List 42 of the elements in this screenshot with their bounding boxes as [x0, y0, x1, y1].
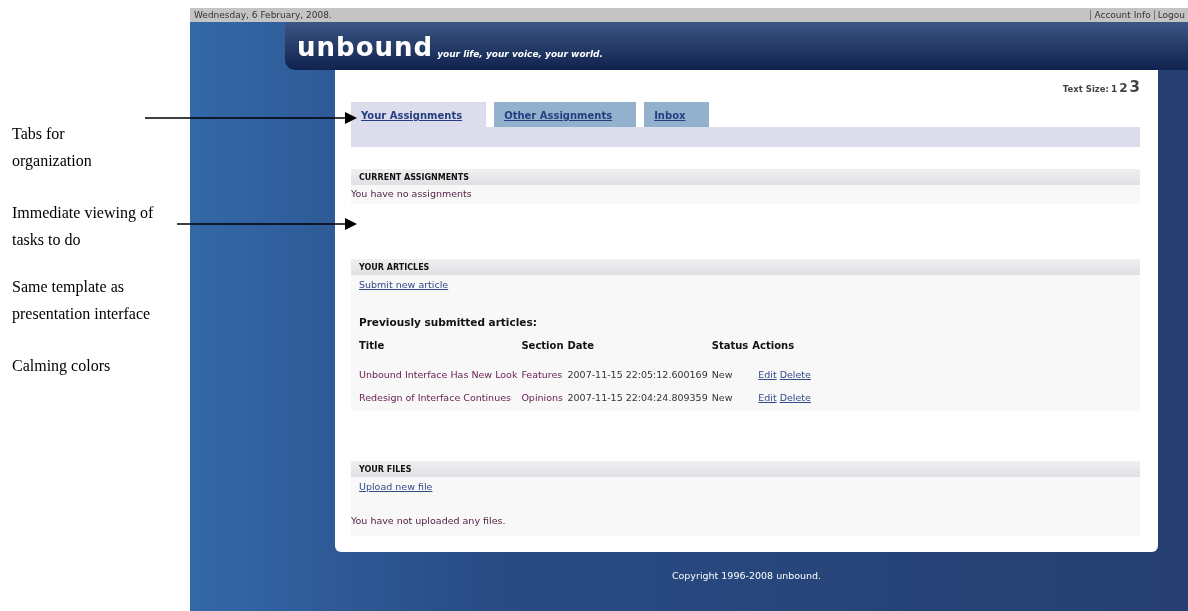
column-header: Actions — [751, 339, 796, 353]
text-size-label: Text Size: — [1062, 84, 1109, 94]
column-header: Title — [358, 339, 386, 353]
annotation-text: Calming colors — [12, 357, 111, 374]
table-cell-text: Redesign of Interface Continues — [358, 391, 512, 405]
message-text: You have not uploaded any files. — [351, 514, 507, 528]
annotation-text: Immediate viewing of tasks to do — [12, 204, 154, 248]
logo: unbound — [297, 34, 434, 60]
action-link[interactable]: Delete — [779, 369, 811, 380]
table-cell-text: Unbound Interface Has New Look — [358, 368, 519, 382]
text-size-link[interactable]: 2 — [1119, 81, 1128, 95]
section-header: CURRENT ASSIGNMENTS — [351, 169, 1140, 185]
message-text: You have no assignments — [351, 187, 473, 201]
table-cell-text: 2007-11-15 22:04:24.809359 — [566, 391, 709, 405]
section-header: YOUR ARTICLES — [351, 259, 1140, 275]
action-link[interactable]: Edit — [758, 369, 777, 380]
column-header: Section — [520, 339, 565, 353]
action-link[interactable]: Edit — [758, 392, 777, 403]
section-header: YOUR FILES — [351, 461, 1140, 477]
table-cell-text: New — [710, 391, 734, 405]
submit-link[interactable]: Submit new article — [359, 279, 449, 290]
tagline: your life, your voice, your world. — [437, 48, 603, 60]
annotation-text: Tabs for organization — [12, 125, 92, 169]
tab[interactable]: Your Assignments — [351, 102, 487, 127]
tab[interactable]: Other Assignments — [494, 102, 637, 127]
column-header: Date — [566, 339, 596, 353]
copyright-text: Copyright 1996-2008 unbound. — [671, 570, 822, 583]
action-link[interactable]: Delete — [779, 392, 811, 403]
top-link[interactable]: Logou — [1153, 10, 1188, 20]
text-size-link[interactable]: 1 — [1110, 84, 1118, 94]
subtitle: Previously submitted articles: — [359, 316, 538, 328]
table-cell-text: Features — [520, 368, 564, 382]
upload-link[interactable]: Upload new file — [359, 481, 433, 492]
table-cell-text: Opinions — [520, 391, 564, 405]
top-link[interactable]: Account Info — [1090, 10, 1154, 20]
date-text: Wednesday, 6 February, 2008. — [194, 10, 332, 20]
text-size-link[interactable]: 3 — [1129, 78, 1140, 96]
annotation-text: Same template as presentation interface — [12, 278, 151, 322]
table-cell-text: New — [710, 368, 734, 382]
tab[interactable]: Inbox — [644, 102, 710, 127]
table-cell-text: 2007-11-15 22:05:12.600169 — [566, 368, 709, 382]
column-header: Status — [710, 339, 750, 353]
